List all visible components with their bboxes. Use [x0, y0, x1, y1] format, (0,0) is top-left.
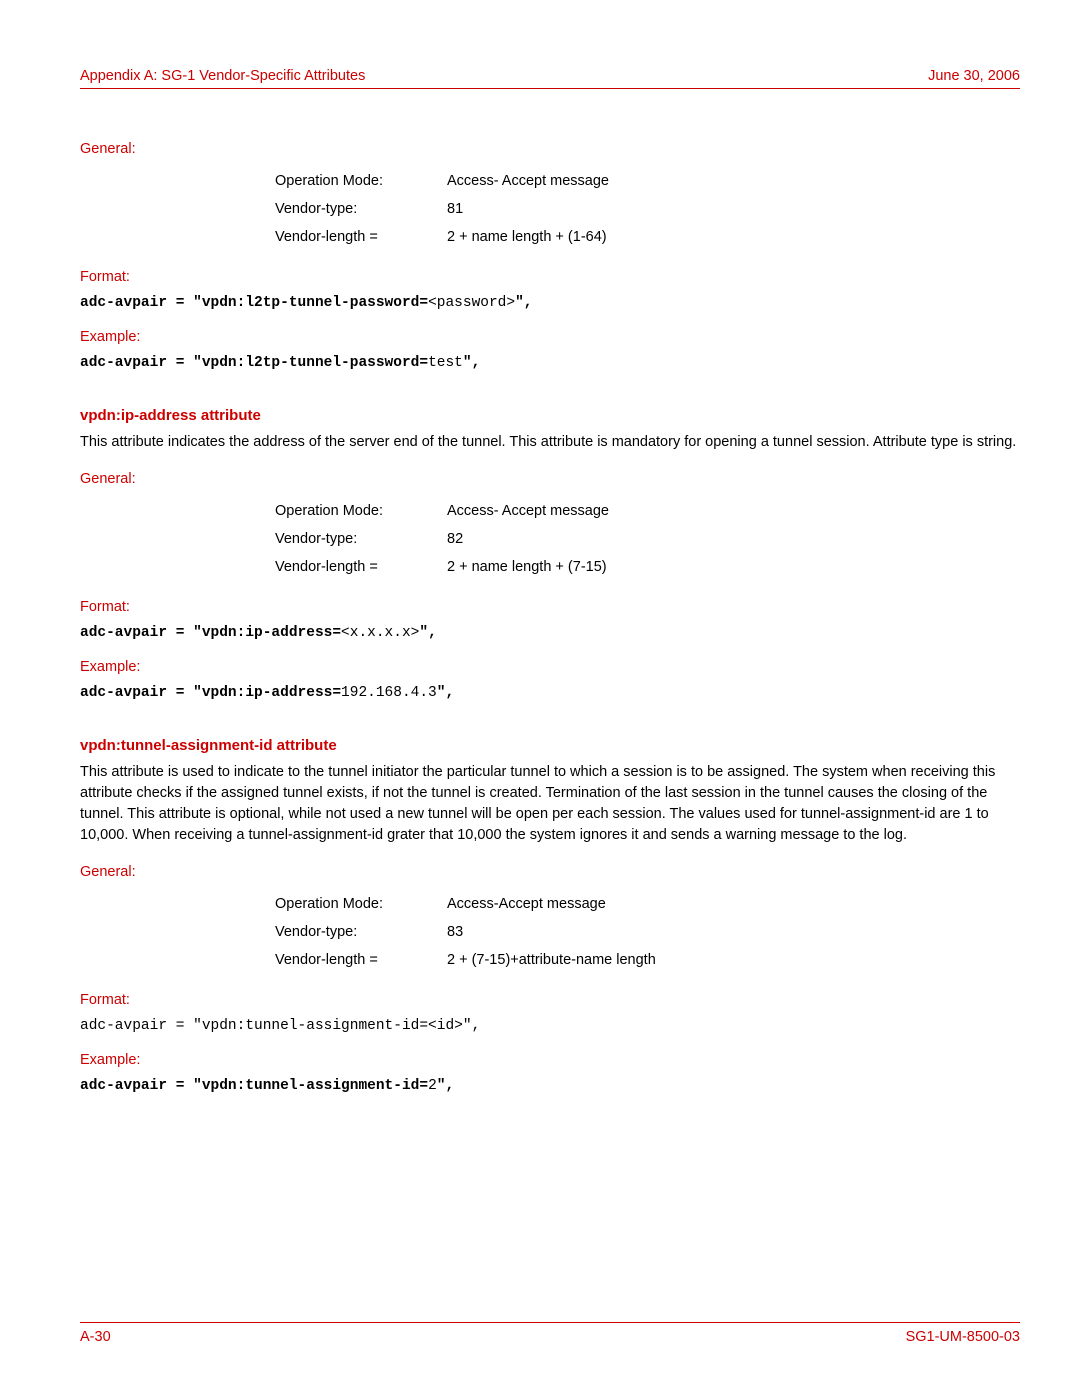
- format-label: Format:: [80, 269, 1020, 285]
- table-row: Vendor-type:83: [275, 918, 668, 946]
- example-code: adc-avpair = "vpdn:l2tp-tunnel-password=…: [80, 355, 1020, 371]
- cell-val: 81: [447, 195, 621, 223]
- cell-key: Operation Mode:: [275, 497, 447, 525]
- table-row: Vendor-length =2 + name length + (7-15): [275, 553, 621, 581]
- cell-val: 2 + (7-15)+attribute-name length: [447, 946, 668, 974]
- table-row: Operation Mode:Access- Accept message: [275, 497, 621, 525]
- table-row: Vendor-type:81: [275, 195, 621, 223]
- cell-key: Operation Mode:: [275, 890, 447, 918]
- cell-key: Operation Mode:: [275, 167, 447, 195]
- example-code: adc-avpair = "vpdn:ip-address=192.168.4.…: [80, 685, 1020, 701]
- general-table: Operation Mode:Access- Accept message Ve…: [275, 167, 621, 251]
- format-code: adc-avpair = "vpdn:l2tp-tunnel-password=…: [80, 295, 1020, 311]
- footer-right: SG1-UM-8500-03: [906, 1329, 1020, 1345]
- cell-key: Vendor-length =: [275, 553, 447, 581]
- cell-key: Vendor-type:: [275, 195, 447, 223]
- header-left: Appendix A: SG-1 Vendor-Specific Attribu…: [80, 68, 365, 84]
- example-label: Example:: [80, 329, 1020, 345]
- cell-val: 2 + name length + (1-64): [447, 223, 621, 251]
- footer-left: A-30: [80, 1329, 111, 1345]
- general-label: General:: [80, 471, 1020, 487]
- table-row: Vendor-type:82: [275, 525, 621, 553]
- cell-key: Vendor-type:: [275, 525, 447, 553]
- format-label: Format:: [80, 992, 1020, 1008]
- cell-key: Vendor-length =: [275, 946, 447, 974]
- attribute-title: vpdn:ip-address attribute: [80, 407, 1020, 424]
- cell-val: 82: [447, 525, 621, 553]
- general-table: Operation Mode:Access-Accept message Ven…: [275, 890, 668, 974]
- attribute-title: vpdn:tunnel-assignment-id attribute: [80, 737, 1020, 754]
- header-right: June 30, 2006: [928, 68, 1020, 84]
- table-row: Operation Mode:Access-Accept message: [275, 890, 668, 918]
- format-label: Format:: [80, 599, 1020, 615]
- cell-key: Vendor-length =: [275, 223, 447, 251]
- example-code: adc-avpair = "vpdn:tunnel-assignment-id=…: [80, 1078, 1020, 1094]
- table-row: Vendor-length =2 + (7-15)+attribute-name…: [275, 946, 668, 974]
- table-row: Operation Mode:Access- Accept message: [275, 167, 621, 195]
- general-label: General:: [80, 141, 1020, 157]
- cell-val: 2 + name length + (7-15): [447, 553, 621, 581]
- attribute-description: This attribute indicates the address of …: [80, 432, 1020, 453]
- example-label: Example:: [80, 1052, 1020, 1068]
- format-code: adc-avpair = "vpdn:tunnel-assignment-id=…: [80, 1018, 1020, 1034]
- cell-key: Vendor-type:: [275, 918, 447, 946]
- attribute-description: This attribute is used to indicate to th…: [80, 762, 1020, 846]
- format-code: adc-avpair = "vpdn:ip-address=<x.x.x.x>"…: [80, 625, 1020, 641]
- cell-val: 83: [447, 918, 668, 946]
- page-header: Appendix A: SG-1 Vendor-Specific Attribu…: [80, 68, 1020, 89]
- table-row: Vendor-length =2 + name length + (1-64): [275, 223, 621, 251]
- general-label: General:: [80, 864, 1020, 880]
- page: Appendix A: SG-1 Vendor-Specific Attribu…: [0, 0, 1080, 1397]
- general-table: Operation Mode:Access- Accept message Ve…: [275, 497, 621, 581]
- page-footer: A-30 SG1-UM-8500-03: [80, 1322, 1020, 1345]
- cell-val: Access-Accept message: [447, 890, 668, 918]
- example-label: Example:: [80, 659, 1020, 675]
- cell-val: Access- Accept message: [447, 497, 621, 525]
- cell-val: Access- Accept message: [447, 167, 621, 195]
